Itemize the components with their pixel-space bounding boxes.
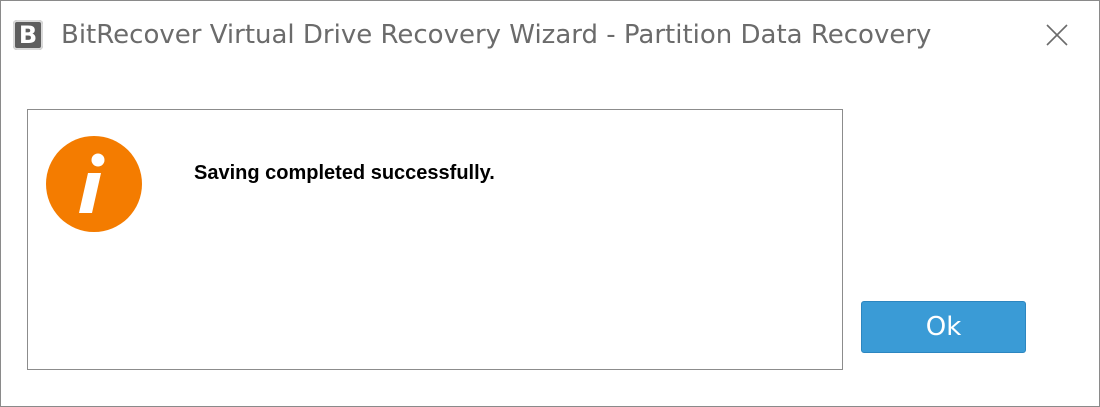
- close-icon: [1046, 24, 1068, 46]
- ok-button[interactable]: Ok: [861, 301, 1026, 353]
- status-message: Saving completed successfully.: [194, 162, 495, 184]
- close-button[interactable]: [1033, 13, 1081, 57]
- title-bar[interactable]: B BitRecover Virtual Drive Recovery Wiza…: [1, 1, 1099, 69]
- info-icon: [46, 136, 142, 232]
- message-panel: Saving completed successfully.: [27, 109, 843, 370]
- window-title: BitRecover Virtual Drive Recovery Wizard…: [61, 20, 932, 50]
- app-logo-icon: B: [13, 20, 43, 50]
- dialog-window: B BitRecover Virtual Drive Recovery Wiza…: [0, 0, 1100, 407]
